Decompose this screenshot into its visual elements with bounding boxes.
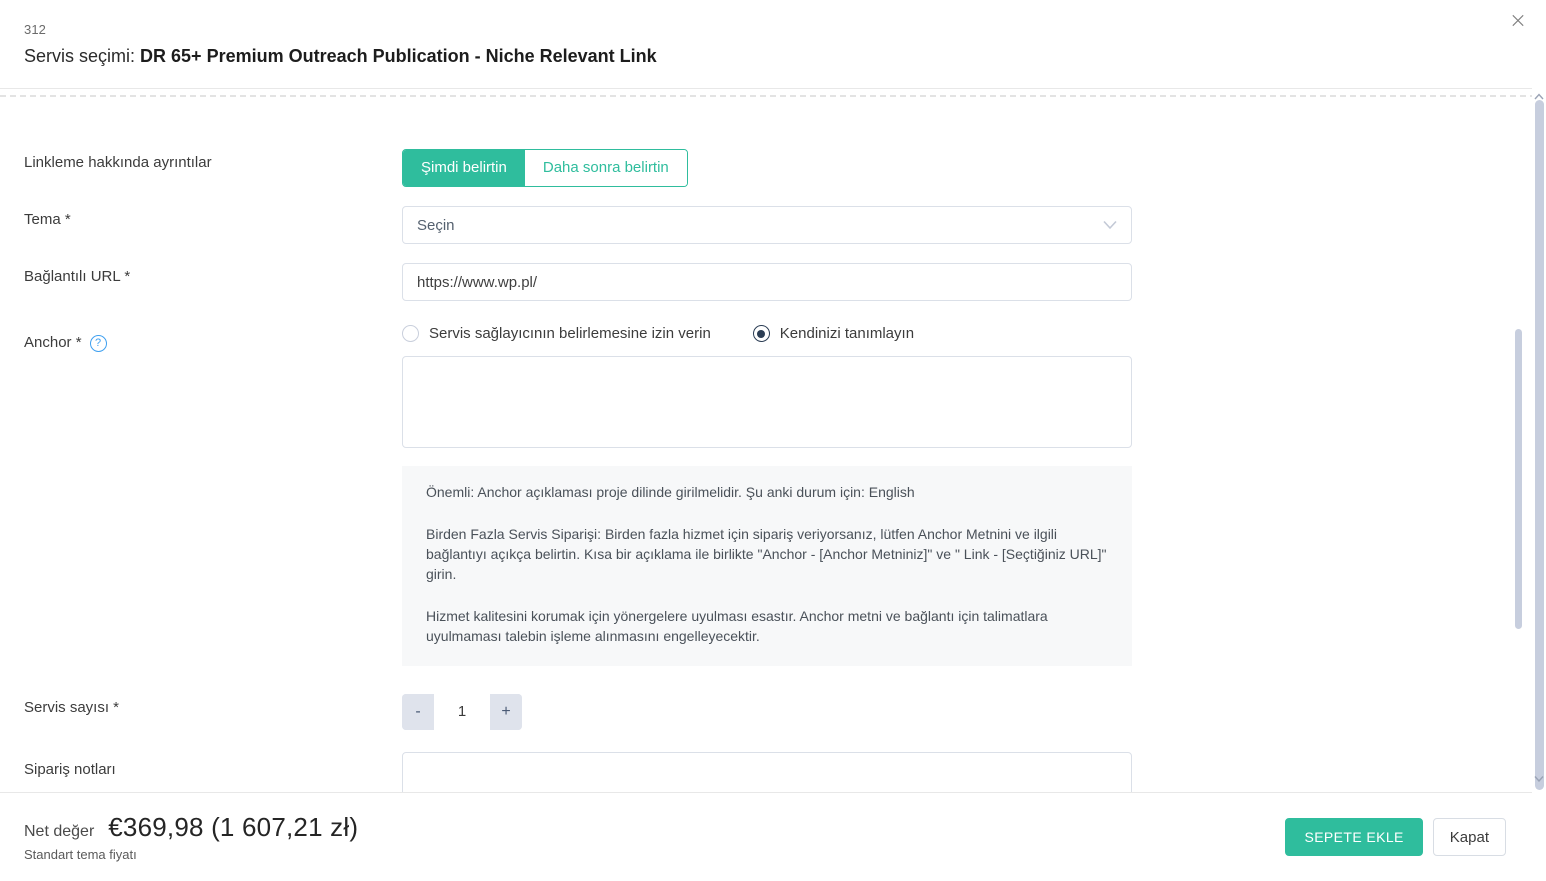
row-linking-details: Linkleme hakkında ayrıntılar Şimdi belir… (24, 149, 1522, 187)
radio-dot-self[interactable] (752, 325, 770, 342)
scroll-down-arrow-icon[interactable] (1533, 772, 1545, 784)
service-form: Linkleme hakkında ayrıntılar Şimdi belir… (0, 89, 1546, 792)
service-selection-modal: 312 Servis seçimi: DR 65+ Premium Outrea… (0, 0, 1546, 881)
control-url (402, 263, 1132, 301)
control-linking-details: Şimdi belirtin Daha sonra belirtin (402, 149, 1132, 187)
row-order-notes: Sipariş notları (24, 752, 1522, 792)
radio-self-label: Kendinizi tanımlayın (779, 325, 915, 342)
stepper-increment-button[interactable]: + (490, 694, 522, 730)
modal-id: 312 (24, 22, 46, 37)
label-linking-details: Linkleme hakkında ayrıntılar (24, 149, 402, 173)
dashed-divider (0, 95, 1546, 97)
toggle-specify-now[interactable]: Şimdi belirtin (403, 150, 525, 186)
service-count-label-text: Servis sayısı * (24, 699, 120, 716)
row-url: Bağlantılı URL * (24, 263, 1522, 301)
control-order-notes (402, 752, 1132, 792)
order-notes-textarea[interactable] (402, 752, 1132, 792)
modal-header: 312 Servis seçimi: DR 65+ Premium Outrea… (0, 0, 1546, 89)
modal-content-scrollbar[interactable] (1515, 329, 1522, 629)
control-service-count: - 1 + (402, 694, 1132, 730)
modal-footer: Net değer €369,98 (1 607,21 zł) Standart… (0, 792, 1546, 881)
url-input-wrapper[interactable] (402, 263, 1132, 301)
control-anchor: Servis sağlayıcının belirlemesine izin v… (402, 325, 1132, 666)
radio-provider-decides[interactable]: Servis sağlayıcının belirlemesine izin v… (402, 325, 711, 342)
chevron-down-icon (1103, 220, 1117, 230)
theme-label-text: Tema * (24, 211, 71, 228)
order-notes-label-text: Sipariş notları (24, 761, 116, 778)
stepper-value[interactable]: 1 (434, 694, 490, 730)
linking-details-toggle-group: Şimdi belirtin Daha sonra belirtin (402, 149, 688, 187)
url-label-text: Bağlantılı URL * (24, 268, 131, 285)
radio-provider-label: Servis sağlayıcının belirlemesine izin v… (429, 325, 711, 342)
net-value-amount: €369,98 (1 607,21 zł) (108, 812, 359, 842)
url-input[interactable] (417, 273, 1117, 291)
theme-select[interactable]: Seçin (402, 206, 1132, 244)
control-theme: Seçin (402, 206, 1132, 244)
row-service-count: Servis sayısı * - 1 + (24, 694, 1522, 730)
anchor-label-text: Anchor * (24, 334, 82, 351)
label-anchor: Anchor * ? (24, 325, 402, 353)
label-url: Bağlantılı URL * (24, 263, 402, 287)
anchor-radio-group: Servis sağlayıcının belirlemesine izin v… (402, 325, 1132, 342)
linking-details-label-text: Linkleme hakkında ayrıntılar (24, 154, 212, 171)
stepper-decrement-button[interactable]: - (402, 694, 434, 730)
add-to-cart-button[interactable]: SEPETE EKLE (1285, 818, 1423, 856)
price-note: Standart tema fiyatı (24, 847, 137, 862)
anchor-info-line-2: Birden Fazla Servis Siparişi: Birden faz… (426, 526, 1107, 582)
toggle-specify-later[interactable]: Daha sonra belirtin (524, 150, 687, 186)
page-scrollbar-thumb[interactable] (1535, 100, 1544, 790)
label-order-notes: Sipariş notları (24, 752, 402, 780)
anchor-info-line-3: Hizmet kalitesini korumak için yönergele… (426, 608, 1048, 644)
modal-title-service-name: DR 65+ Premium Outreach Publication - Ni… (140, 46, 657, 66)
theme-select-value: Seçin (417, 216, 455, 234)
price-row: Net değer €369,98 (1 607,21 zł) (24, 812, 358, 843)
radio-dot-provider[interactable] (402, 325, 419, 342)
anchor-info-box: Önemli: Anchor açıklaması proje dilinde … (402, 466, 1132, 666)
net-value-label: Net değer (24, 823, 95, 840)
row-anchor: Anchor * ? Servis sağlayıcının belirleme… (24, 325, 1522, 666)
modal-title-prefix: Servis seçimi: (24, 46, 136, 66)
label-theme: Tema * (24, 206, 402, 230)
row-theme: Tema * Seçin (24, 206, 1522, 244)
scroll-up-arrow-icon[interactable] (1533, 90, 1545, 102)
footer-buttons: SEPETE EKLE Kapat (1285, 818, 1506, 856)
close-button[interactable]: Kapat (1432, 818, 1506, 856)
quantity-stepper: - 1 + (402, 694, 522, 730)
help-icon[interactable]: ? (89, 334, 107, 352)
label-service-count: Servis sayısı * (24, 694, 402, 718)
page-scrollbar[interactable] (1532, 0, 1546, 881)
close-icon[interactable] (1506, 8, 1530, 32)
anchor-textarea[interactable] (402, 356, 1132, 448)
anchor-info-line-1: Önemli: Anchor açıklaması proje dilinde … (426, 484, 915, 500)
radio-define-yourself[interactable]: Kendinizi tanımlayın (752, 325, 915, 342)
page-title: Servis seçimi: DR 65+ Premium Outreach P… (24, 44, 1522, 68)
price-summary: Net değer €369,98 (1 607,21 zł) Standart… (24, 812, 358, 862)
modal-body: Linkleme hakkında ayrıntılar Şimdi belir… (0, 89, 1546, 792)
